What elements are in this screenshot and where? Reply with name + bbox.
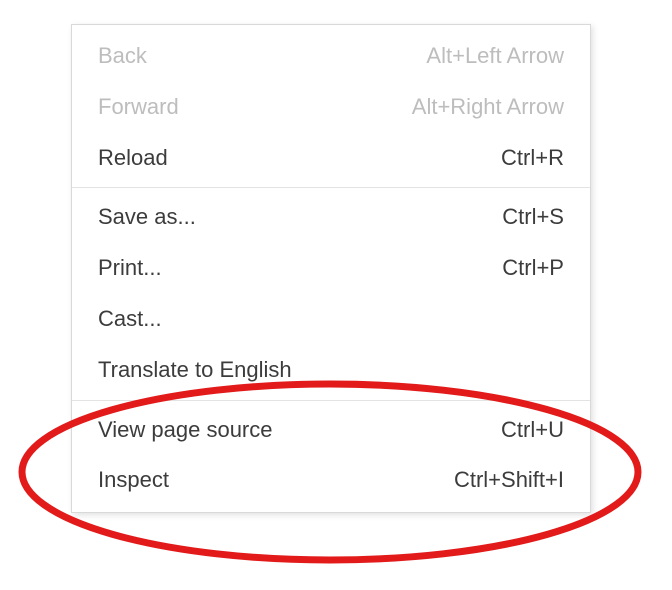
menu-item-label: Cast...	[98, 304, 564, 335]
menu-item-label: Reload	[98, 143, 501, 174]
menu-item-label: View page source	[98, 415, 501, 446]
menu-item-cast[interactable]: Cast...	[72, 294, 590, 345]
menu-separator	[72, 400, 590, 401]
menu-item-shortcut: Ctrl+R	[501, 143, 564, 174]
menu-item-inspect[interactable]: Inspect Ctrl+Shift+I	[72, 455, 590, 506]
menu-item-label: Forward	[98, 92, 412, 123]
menu-item-translate[interactable]: Translate to English	[72, 345, 590, 396]
menu-item-save-as[interactable]: Save as... Ctrl+S	[72, 192, 590, 243]
menu-separator	[72, 187, 590, 188]
menu-item-view-source[interactable]: View page source Ctrl+U	[72, 405, 590, 456]
context-menu: Back Alt+Left Arrow Forward Alt+Right Ar…	[71, 24, 591, 513]
menu-item-label: Translate to English	[98, 355, 564, 386]
menu-item-shortcut: Ctrl+Shift+I	[454, 465, 564, 496]
menu-item-label: Print...	[98, 253, 502, 284]
menu-item-shortcut: Alt+Right Arrow	[412, 92, 564, 123]
menu-item-print[interactable]: Print... Ctrl+P	[72, 243, 590, 294]
menu-item-shortcut: Ctrl+U	[501, 415, 564, 446]
menu-item-label: Inspect	[98, 465, 454, 496]
menu-item-shortcut: Ctrl+P	[502, 253, 564, 284]
menu-item-back[interactable]: Back Alt+Left Arrow	[72, 31, 590, 82]
menu-item-label: Save as...	[98, 202, 502, 233]
menu-item-shortcut: Ctrl+S	[502, 202, 564, 233]
menu-item-forward[interactable]: Forward Alt+Right Arrow	[72, 82, 590, 133]
menu-item-label: Back	[98, 41, 426, 72]
menu-item-shortcut: Alt+Left Arrow	[426, 41, 564, 72]
menu-item-reload[interactable]: Reload Ctrl+R	[72, 133, 590, 184]
